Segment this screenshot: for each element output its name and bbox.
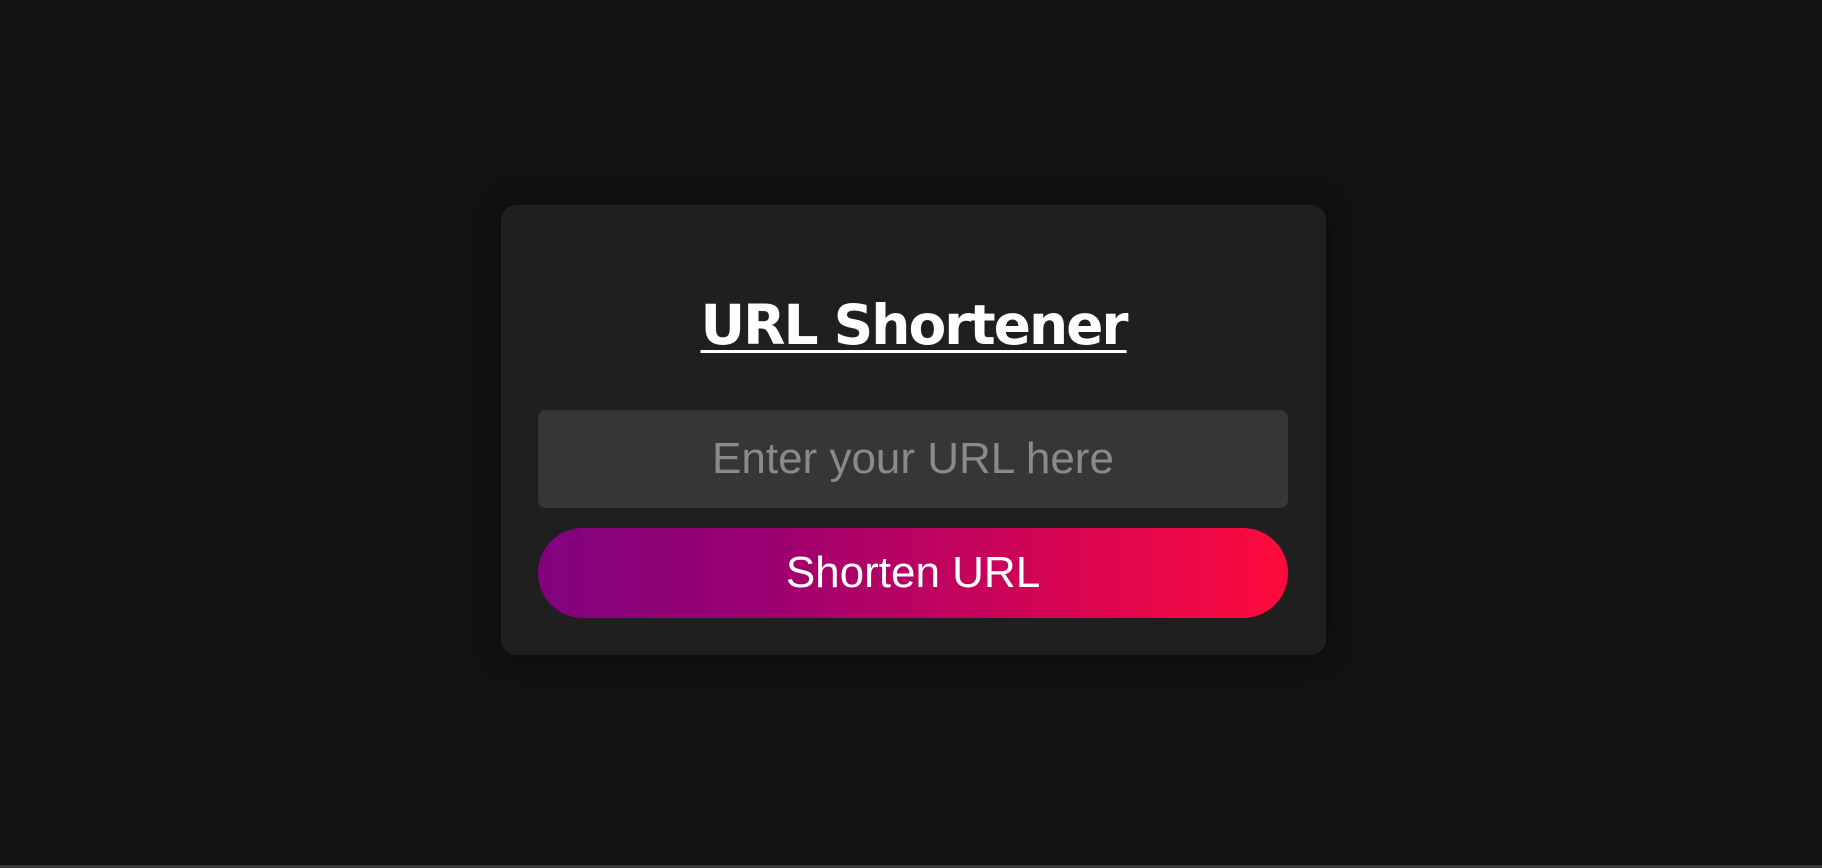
url-input[interactable]: [538, 410, 1288, 508]
page-background: URL Shortener Shorten URL: [0, 0, 1822, 868]
url-shortener-card: URL Shortener Shorten URL: [501, 205, 1326, 655]
page-title: URL Shortener: [700, 293, 1128, 357]
shorten-url-button[interactable]: Shorten URL: [538, 528, 1288, 618]
